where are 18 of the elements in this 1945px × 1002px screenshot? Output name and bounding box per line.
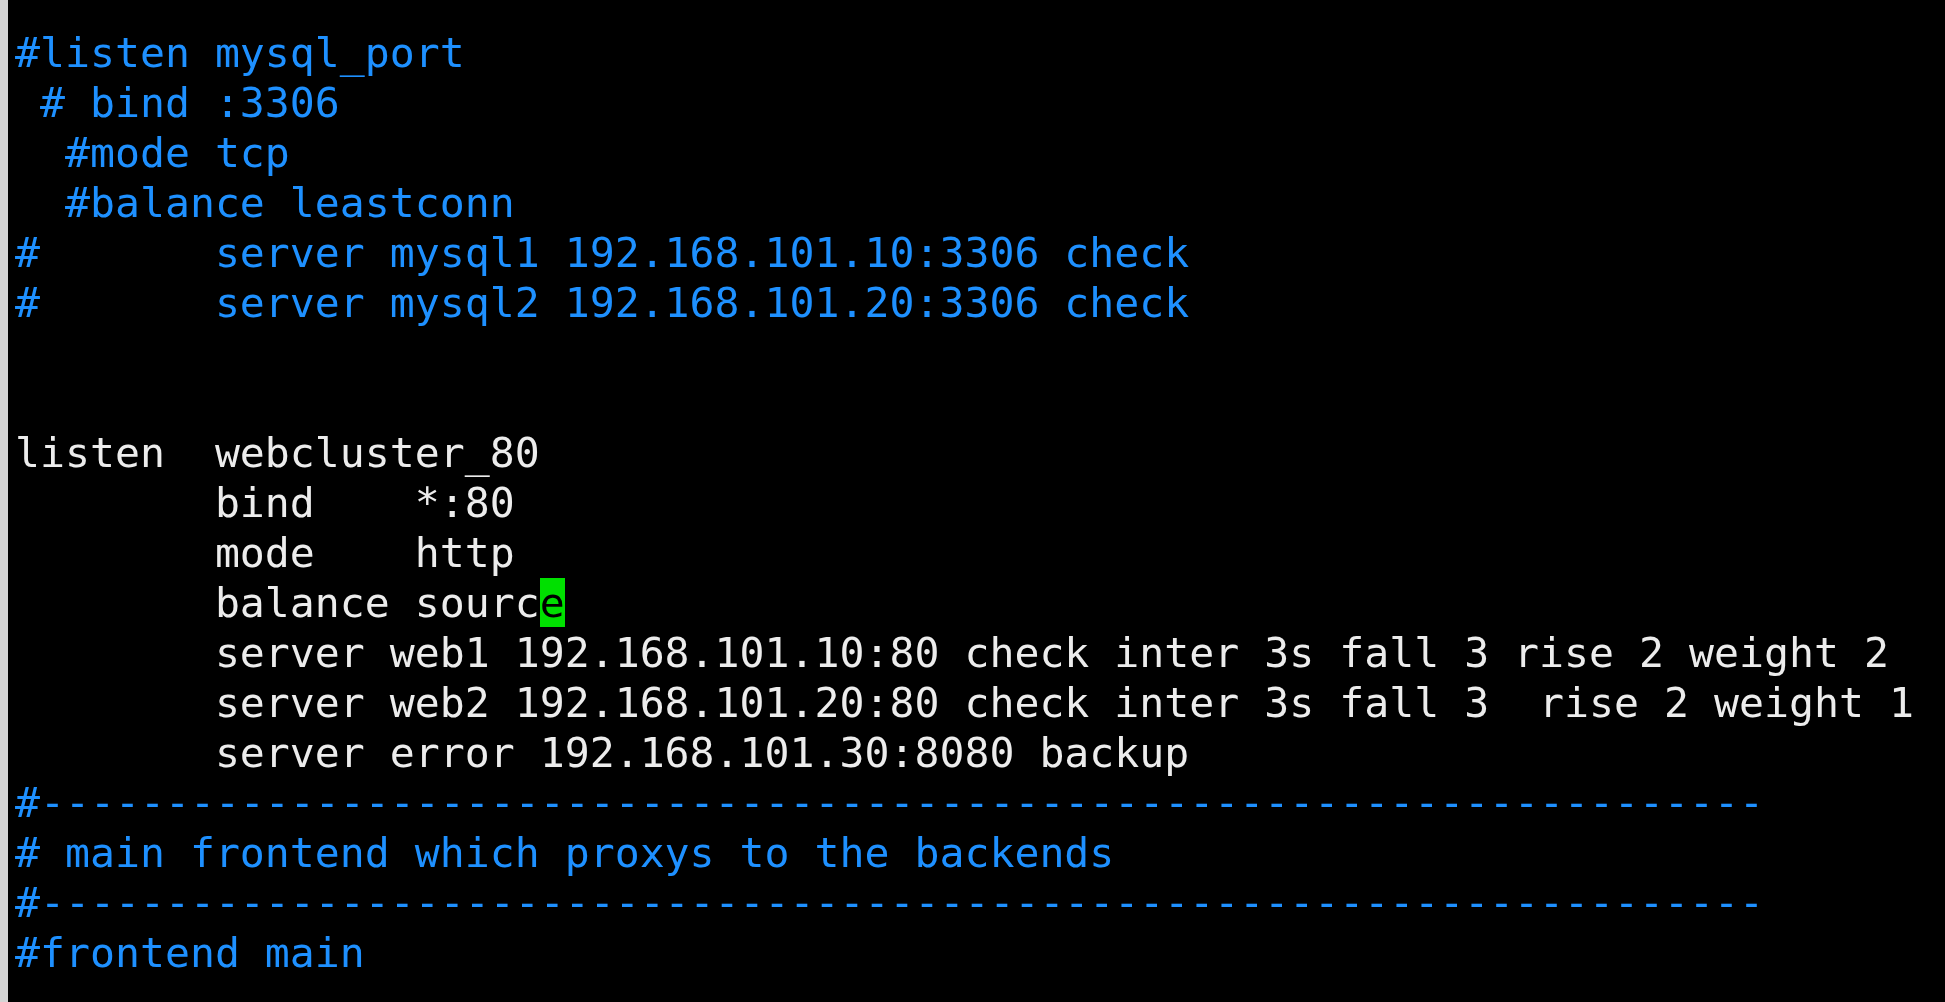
comment-text: # main frontend which proxys to the backends xyxy=(15,828,1115,877)
code-text: mode http xyxy=(213,528,515,577)
code-text: server web1 192.168.101.10:80 check inter 3s fall 3 rise 2 weight 2 xyxy=(213,628,1889,677)
comment-text: #mode tcp xyxy=(63,128,290,177)
comment-text: # server mysql1 192.168.101.10:3306 check xyxy=(15,228,1190,277)
code-text: bind *:80 xyxy=(213,478,515,527)
code-text: server web2 192.168.101.20:80 check inter 3s fall 3 rise 2 weight 1 xyxy=(213,678,1914,727)
code-text: listen webcluster_80 xyxy=(15,428,540,477)
comment-text: # server mysql2 192.168.101.20:3306 check xyxy=(15,278,1190,327)
code-text: balance sourc xyxy=(213,578,540,627)
comment-text: #--------------------------------------------------------------------- xyxy=(15,778,1764,827)
comment-text: #balance leastconn xyxy=(63,178,515,227)
comment-text: #--------------------------------------------------------------------- xyxy=(15,878,1764,927)
comment-text: #listen mysql_port xyxy=(15,28,465,77)
cursor-character: e xyxy=(539,578,565,627)
code-text: server error 192.168.101.30:8080 backup xyxy=(213,728,1190,777)
comment-text: #frontend main xyxy=(15,928,365,977)
comment-text: # bind :3306 xyxy=(39,78,340,127)
